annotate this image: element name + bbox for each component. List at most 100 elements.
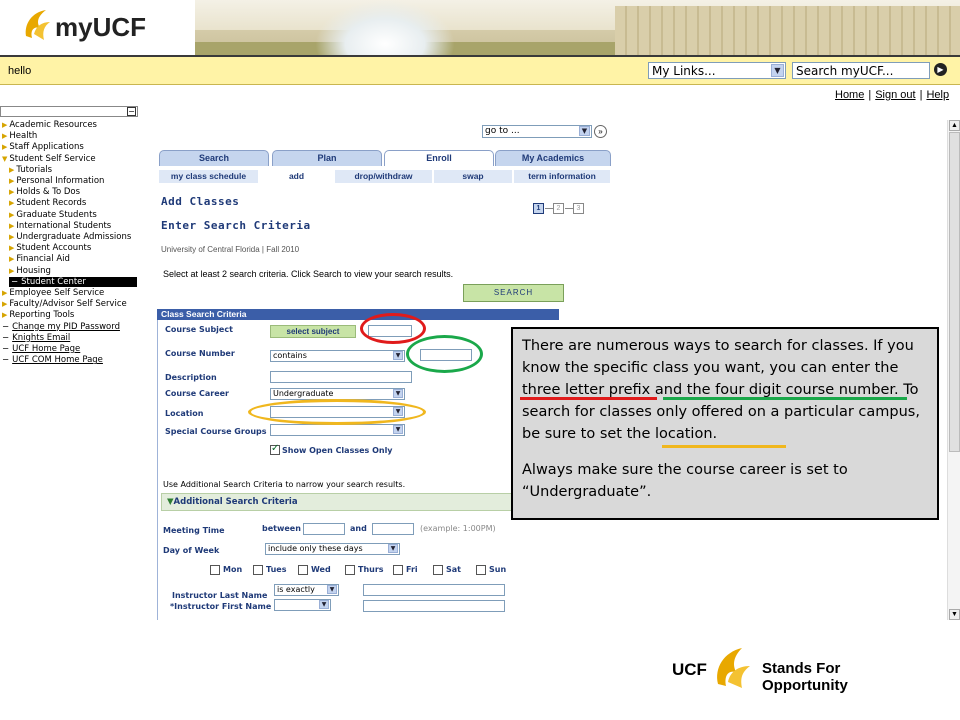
sidebar-item[interactable]: ▶ Undergraduate Admissions	[9, 232, 131, 242]
tab-plan[interactable]: Plan	[272, 150, 382, 166]
sidebar-item[interactable]: ▶ Student Accounts	[9, 243, 91, 253]
sidebar-item[interactable]: ▶ International Students	[9, 221, 111, 231]
sidebar-item[interactable]: − Change my PID Password	[2, 322, 120, 332]
sidebar-item[interactable]: ▶ Tutorials	[9, 165, 52, 175]
goto-select[interactable]: go to ... ▼	[482, 125, 592, 138]
meeting-start-input[interactable]	[303, 523, 345, 535]
sidebar-item[interactable]: − Knights Email	[2, 333, 70, 343]
chevron-down-icon[interactable]: ▼	[393, 351, 403, 360]
triangle-right-icon: ▶	[9, 221, 15, 230]
instructor-first-operator-select[interactable]: ▼	[274, 599, 331, 611]
chevron-down-icon[interactable]: ▼	[388, 544, 398, 553]
tab-enroll[interactable]: Enroll	[384, 150, 494, 166]
goto-go-icon[interactable]: »	[594, 125, 607, 138]
sidebar-item[interactable]: ▶ Academic Resources	[2, 120, 97, 130]
scrollbar[interactable]: ▲ ▼	[947, 120, 960, 620]
day-checkbox-sat[interactable]	[433, 565, 443, 575]
page-subtitle: Enter Search Criteria	[161, 219, 311, 232]
collapse-icon[interactable]: −	[127, 107, 136, 116]
search-input[interactable]: Search myUCF...	[792, 62, 930, 79]
instructor-operator-select[interactable]: is exactly ▼	[274, 584, 339, 596]
sign-out-link[interactable]: Sign out	[875, 89, 915, 101]
sidebar-item[interactable]: ▶ Reporting Tools	[2, 310, 74, 320]
sidebar-item[interactable]: ▶ Faculty/Advisor Self Service	[2, 299, 127, 309]
subtab-add[interactable]: add	[260, 170, 334, 183]
sidebar-item[interactable]: ▶ Personal Information	[9, 176, 104, 186]
sidebar-item-label: Knights Email	[12, 332, 71, 343]
tab-search[interactable]: Search	[159, 150, 269, 166]
sidebar-item[interactable]: − UCF COM Home Page	[2, 355, 103, 365]
sidebar-item[interactable]: − Student Center	[9, 276, 137, 287]
description-input[interactable]	[270, 371, 412, 383]
day-checkbox-wed[interactable]	[298, 565, 308, 575]
footer-tagline: Stands For Opportunity	[762, 660, 848, 694]
sidebar-item[interactable]: ▶ Student Records	[9, 198, 86, 208]
day-checkbox-mon[interactable]	[210, 565, 220, 575]
sidebar-item[interactable]: ▶ Graduate Students	[9, 210, 97, 220]
sidebar-item[interactable]: ▶ Holds & To Dos	[9, 187, 80, 197]
chevron-down-icon[interactable]: ▼	[393, 389, 403, 398]
tab-my-academics[interactable]: My Academics	[495, 150, 611, 166]
help-link[interactable]: Help	[926, 89, 949, 101]
triangle-right-icon: ▶	[9, 177, 15, 185]
sidebar-item[interactable]: ▶ Employee Self Service	[2, 288, 104, 298]
dash-icon: −	[2, 332, 10, 343]
top-links: Home | Sign out | Help	[835, 89, 950, 101]
scroll-up-icon[interactable]: ▲	[949, 120, 960, 131]
subtab-term-information[interactable]: term information	[514, 170, 611, 183]
myucf-logo[interactable]: myUCF	[20, 4, 180, 48]
my-links-value: My Links...	[652, 64, 716, 78]
criteria-panel	[157, 320, 559, 620]
chevron-down-icon[interactable]: ▼	[319, 600, 329, 609]
sidebar-item-label: Employee Self Service	[9, 288, 105, 298]
open-classes-checkbox[interactable]	[270, 443, 280, 455]
description-label: Description	[165, 373, 217, 382]
scroll-down-icon[interactable]: ▼	[949, 609, 960, 620]
chevron-down-icon[interactable]: ▼	[327, 585, 337, 594]
location-select[interactable]: ▼	[270, 406, 405, 418]
chevron-down-icon[interactable]: ▼	[771, 64, 784, 77]
chevron-down-icon[interactable]: ▼	[393, 407, 403, 416]
triangle-right-icon: ▶	[2, 300, 8, 309]
day-checkbox-sun[interactable]	[476, 565, 486, 575]
pegasus-icon	[25, 10, 50, 40]
triangle-down-icon: ▼	[2, 154, 8, 163]
goto-value: go to ...	[485, 126, 520, 136]
chevron-down-icon[interactable]: ▼	[393, 425, 403, 434]
page-title: Add Classes	[161, 195, 240, 208]
sidebar-item[interactable]: ▼ Student Self Service	[2, 154, 96, 164]
subtab-swap[interactable]: swap	[434, 170, 513, 183]
home-link[interactable]: Home	[835, 89, 864, 101]
sidebar-item[interactable]: ▶ Financial Aid	[9, 254, 70, 264]
instructor-last-input[interactable]	[363, 584, 505, 596]
scroll-thumb[interactable]	[949, 132, 960, 452]
chevron-down-icon[interactable]: ▼	[579, 126, 590, 136]
subtab-my-class-schedule[interactable]: my class schedule	[159, 170, 259, 183]
special-groups-select[interactable]: ▼	[270, 424, 405, 436]
course-career-select[interactable]: Undergraduate ▼	[270, 388, 405, 400]
sidebar: − ▶ Academic Resources ▶ Health ▶ Staff Appli…	[0, 106, 138, 376]
course-number-input[interactable]	[420, 349, 472, 361]
triangle-right-icon: ▶	[9, 255, 15, 264]
day-checkbox-tues[interactable]	[253, 565, 263, 575]
course-subject-input[interactable]	[368, 325, 412, 337]
days-operator-select[interactable]: include only these days ▼	[265, 543, 400, 555]
select-subject-button[interactable]: select subject	[270, 325, 356, 338]
sidebar-item[interactable]: − UCF Home Page	[2, 344, 80, 354]
course-number-operator-select[interactable]: contains ▼	[270, 350, 405, 362]
search-go-icon[interactable]: ▶	[934, 63, 947, 76]
sidebar-item[interactable]: ▶ Health	[2, 131, 37, 141]
day-checkbox-fri[interactable]	[393, 565, 403, 575]
instructor-first-input[interactable]	[363, 600, 505, 612]
additional-criteria-header[interactable]: ▼Additional Search Criteria	[161, 493, 559, 511]
step-1: 1	[533, 203, 544, 214]
sidebar-item[interactable]: ▶ Staff Applications	[2, 142, 84, 152]
meeting-end-input[interactable]	[372, 523, 414, 535]
time-example: (example: 1:00PM)	[420, 524, 496, 533]
my-links-select[interactable]: My Links... ▼	[648, 62, 786, 79]
search-button[interactable]: Search	[463, 284, 564, 302]
day-checkbox-thurs[interactable]	[345, 565, 355, 575]
triangle-right-icon: ▶	[2, 121, 8, 129]
sidebar-item[interactable]: ▶ Housing	[9, 266, 51, 276]
subtab-drop-withdraw[interactable]: drop/withdraw	[335, 170, 433, 183]
